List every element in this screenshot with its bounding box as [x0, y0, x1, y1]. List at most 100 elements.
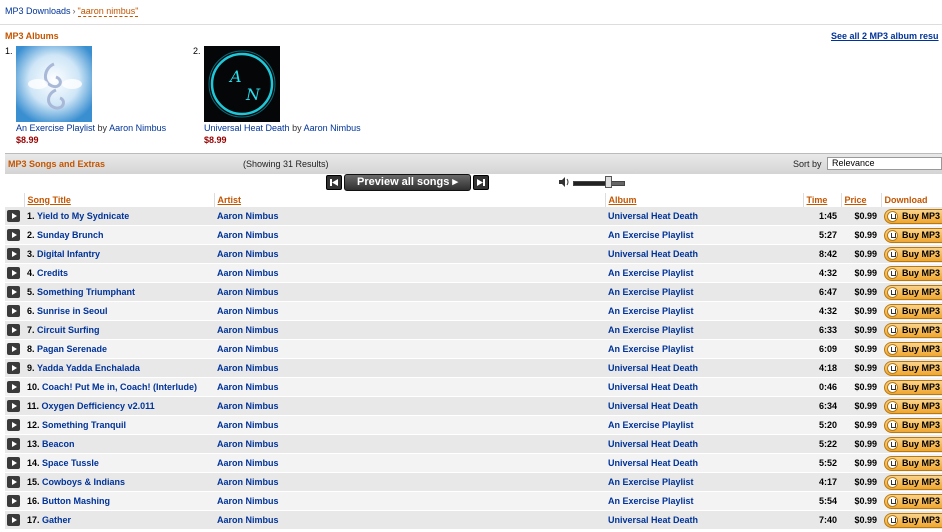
play-icon[interactable]: [7, 267, 20, 279]
sort-select[interactable]: Relevance: [827, 157, 942, 170]
play-icon[interactable]: [7, 400, 20, 412]
album-link[interactable]: An Exercise Playlist: [608, 496, 694, 506]
artist-link[interactable]: Aaron Nimbus: [217, 515, 279, 525]
song-title-link[interactable]: Something Tranquil: [42, 420, 126, 430]
song-title-link[interactable]: Space Tussle: [42, 458, 99, 468]
artist-link[interactable]: Aaron Nimbus: [217, 287, 279, 297]
artist-link[interactable]: Aaron Nimbus: [217, 420, 279, 430]
buy-mp3-button[interactable]: Buy MP3: [884, 474, 942, 490]
song-title-link[interactable]: Sunday Brunch: [37, 230, 104, 240]
see-all-albums-link[interactable]: See all 2 MP3 album resu: [831, 31, 939, 41]
song-title-column-header[interactable]: Song Title: [24, 193, 215, 207]
album-cover-exercise-playlist[interactable]: [16, 46, 92, 122]
buy-mp3-button[interactable]: Buy MP3: [884, 284, 942, 300]
artist-link[interactable]: Aaron Nimbus: [217, 325, 279, 335]
previous-track-button[interactable]: [326, 175, 342, 190]
artist-link[interactable]: Aaron Nimbus: [217, 249, 279, 259]
buy-mp3-button[interactable]: Buy MP3: [884, 322, 942, 338]
album-link[interactable]: Universal Heat Death: [608, 515, 698, 525]
artist-link[interactable]: Aaron Nimbus: [217, 496, 279, 506]
song-title-link[interactable]: Oxygen Defficiency v2.011: [42, 401, 155, 411]
album-cover-universal-heat-death[interactable]: A N: [204, 46, 280, 122]
album-link[interactable]: An Exercise Playlist: [608, 287, 694, 297]
artist-link[interactable]: Aaron Nimbus: [217, 230, 279, 240]
play-icon[interactable]: [7, 305, 20, 317]
play-icon[interactable]: [7, 476, 20, 488]
album-link[interactable]: An Exercise Playlist: [608, 230, 694, 240]
song-title-link[interactable]: Sunrise in Seoul: [37, 306, 108, 316]
play-icon[interactable]: [7, 210, 20, 222]
album-link[interactable]: An Exercise Playlist: [608, 325, 694, 335]
artist-link[interactable]: Aaron Nimbus: [217, 439, 279, 449]
artist-link[interactable]: Aaron Nimbus: [217, 211, 279, 221]
breadcrumb-mp3-downloads-link[interactable]: MP3 Downloads: [5, 6, 71, 16]
buy-mp3-button[interactable]: Buy MP3: [884, 360, 942, 376]
buy-mp3-button[interactable]: Buy MP3: [884, 417, 942, 433]
album-title-link[interactable]: Universal Heat Death: [204, 123, 290, 133]
play-icon[interactable]: [7, 457, 20, 469]
preview-all-songs-button[interactable]: Preview all songs ▸: [344, 174, 471, 191]
buy-mp3-button[interactable]: Buy MP3: [884, 265, 942, 281]
play-icon[interactable]: [7, 419, 20, 431]
song-title-link[interactable]: Gather: [42, 515, 71, 525]
play-icon[interactable]: [7, 229, 20, 241]
album-link[interactable]: Universal Heat Death: [608, 401, 698, 411]
song-title-link[interactable]: Cowboys & Indians: [42, 477, 125, 487]
artist-link[interactable]: Aaron Nimbus: [217, 306, 279, 316]
artist-column-header[interactable]: Artist: [214, 193, 606, 207]
buy-mp3-button[interactable]: Buy MP3: [884, 379, 942, 395]
buy-mp3-button[interactable]: Buy MP3: [884, 303, 942, 319]
play-icon[interactable]: [7, 343, 20, 355]
buy-mp3-button[interactable]: Buy MP3: [884, 455, 942, 471]
price-column-header[interactable]: Price: [841, 193, 882, 207]
album-link[interactable]: An Exercise Playlist: [608, 344, 694, 354]
album-artist-link[interactable]: Aaron Nimbus: [304, 123, 361, 133]
play-icon[interactable]: [7, 495, 20, 507]
album-link[interactable]: An Exercise Playlist: [608, 268, 694, 278]
album-link[interactable]: Universal Heat Death: [608, 382, 698, 392]
album-link[interactable]: An Exercise Playlist: [608, 477, 694, 487]
play-icon[interactable]: [7, 286, 20, 298]
album-link[interactable]: An Exercise Playlist: [608, 420, 694, 430]
song-title-link[interactable]: Yadda Yadda Enchalada: [37, 363, 140, 373]
album-link[interactable]: An Exercise Playlist: [608, 306, 694, 316]
play-icon[interactable]: [7, 514, 20, 526]
song-title-link[interactable]: Coach! Put Me in, Coach! (Interlude): [42, 382, 197, 392]
buy-mp3-button[interactable]: Buy MP3: [884, 227, 942, 243]
album-link[interactable]: Universal Heat Death: [608, 458, 698, 468]
album-column-header[interactable]: Album: [605, 193, 804, 207]
buy-mp3-button[interactable]: Buy MP3: [884, 341, 942, 357]
buy-mp3-button[interactable]: Buy MP3: [884, 208, 942, 224]
song-title-link[interactable]: Beacon: [42, 439, 75, 449]
artist-link[interactable]: Aaron Nimbus: [217, 477, 279, 487]
song-title-link[interactable]: Digital Infantry: [37, 249, 100, 259]
artist-link[interactable]: Aaron Nimbus: [217, 458, 279, 468]
play-icon[interactable]: [7, 381, 20, 393]
song-title-link[interactable]: Something Triumphant: [37, 287, 135, 297]
time-column-header[interactable]: Time: [803, 193, 842, 207]
play-icon[interactable]: [7, 438, 20, 450]
artist-link[interactable]: Aaron Nimbus: [217, 344, 279, 354]
album-artist-link[interactable]: Aaron Nimbus: [109, 123, 166, 133]
album-title-link[interactable]: An Exercise Playlist: [16, 123, 95, 133]
next-track-button[interactable]: [473, 175, 489, 190]
song-title-link[interactable]: Credits: [37, 268, 68, 278]
song-title-link[interactable]: Yield to My Sydnicate: [37, 211, 129, 221]
buy-mp3-button[interactable]: Buy MP3: [884, 398, 942, 414]
song-title-link[interactable]: Button Mashing: [42, 496, 110, 506]
buy-mp3-button[interactable]: Buy MP3: [884, 512, 942, 528]
album-link[interactable]: Universal Heat Death: [608, 439, 698, 449]
album-link[interactable]: Universal Heat Death: [608, 363, 698, 373]
play-icon[interactable]: [7, 324, 20, 336]
song-title-link[interactable]: Pagan Serenade: [37, 344, 107, 354]
artist-link[interactable]: Aaron Nimbus: [217, 382, 279, 392]
volume-slider[interactable]: [573, 181, 625, 186]
play-icon[interactable]: [7, 362, 20, 374]
volume-handle[interactable]: [605, 176, 612, 188]
song-title-link[interactable]: Circuit Surfing: [37, 325, 100, 335]
buy-mp3-button[interactable]: Buy MP3: [884, 493, 942, 509]
buy-mp3-button[interactable]: Buy MP3: [884, 436, 942, 452]
artist-link[interactable]: Aaron Nimbus: [217, 401, 279, 411]
volume-icon[interactable]: [558, 176, 570, 188]
artist-link[interactable]: Aaron Nimbus: [217, 363, 279, 373]
